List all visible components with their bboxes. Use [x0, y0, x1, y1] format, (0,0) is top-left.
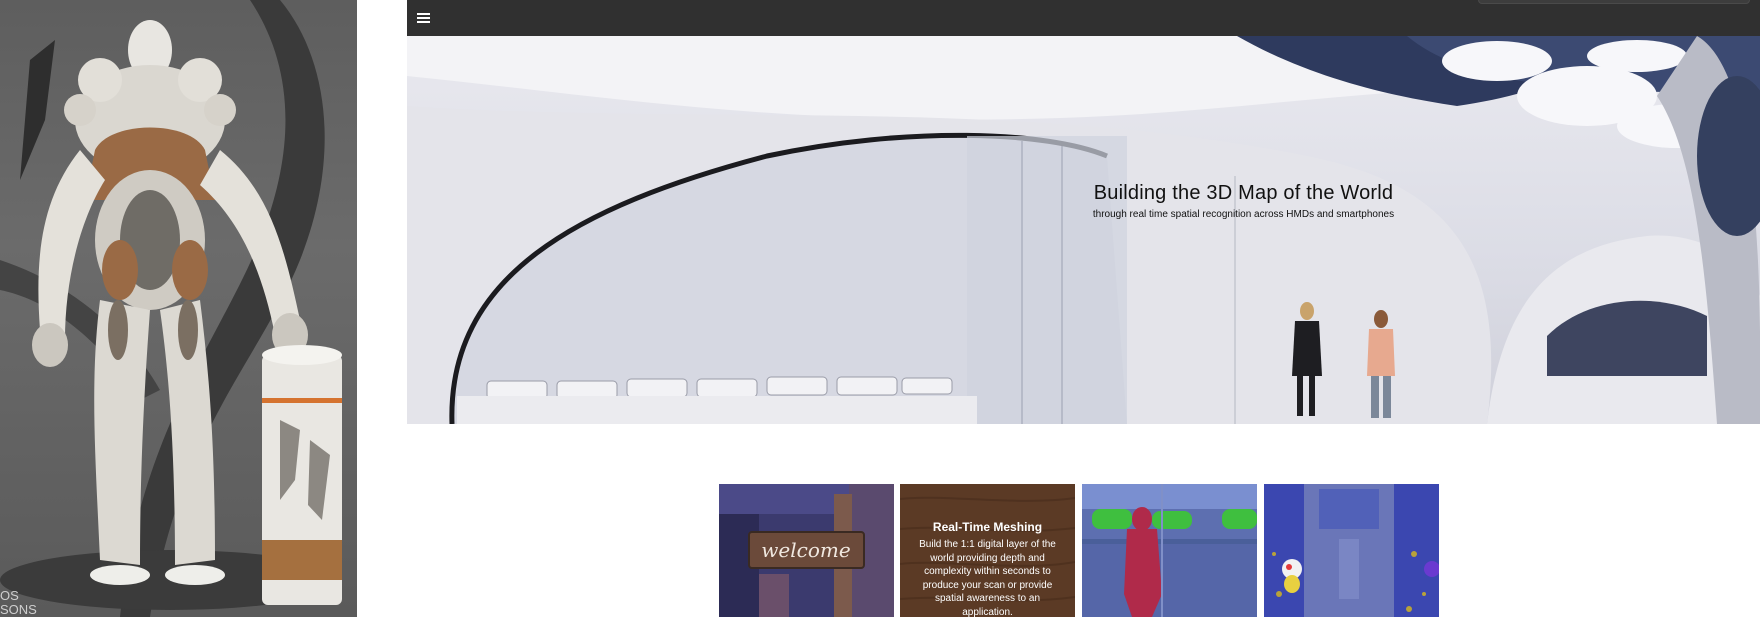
artwork-caption-line-2: SONS: [0, 602, 37, 617]
tile-segmentation[interactable]: [1082, 484, 1257, 617]
meshing-tile-title: Real-Time Meshing: [932, 520, 1043, 534]
artwork-caption-line-1: OS: [0, 588, 19, 603]
meshing-tile-text: Real-Time Meshing Build the 1:1 digital …: [900, 520, 1075, 617]
hero-banner: Building the 3D Map of the World through…: [407, 36, 1760, 424]
tile-welcome[interactable]: welcome: [719, 484, 894, 617]
tile-real-time-meshing[interactable]: Real-Time Meshing Build the 1:1 digital …: [900, 484, 1075, 617]
welcome-sign-text: welcome: [761, 538, 850, 562]
robot-artwork: OS SONS: [0, 0, 357, 617]
hero-subtitle: through real time spatial recognition ac…: [1092, 209, 1395, 220]
ar-character-image: [1264, 484, 1439, 617]
hero-background-image: [407, 36, 1760, 424]
welcome-sign-image: welcome: [719, 484, 894, 617]
top-search-bar[interactable]: [1478, 0, 1750, 4]
main-site: Building the 3D Map of the World through…: [407, 0, 1760, 617]
top-navbar: [407, 0, 1760, 36]
hero-title: Building the 3D Map of the World: [1093, 182, 1394, 204]
hero-heading-block: Building the 3D Map of the World through…: [407, 182, 1760, 220]
artwork-caption: OS SONS: [0, 589, 37, 617]
meshing-tile-body: Build the 1:1 digital layer of the world…: [919, 539, 1056, 617]
robot-illustration: [0, 0, 342, 617]
tile-ar-character[interactable]: [1264, 484, 1439, 617]
street-segmentation-image: [1082, 484, 1257, 617]
hamburger-menu-icon[interactable]: [412, 7, 434, 29]
